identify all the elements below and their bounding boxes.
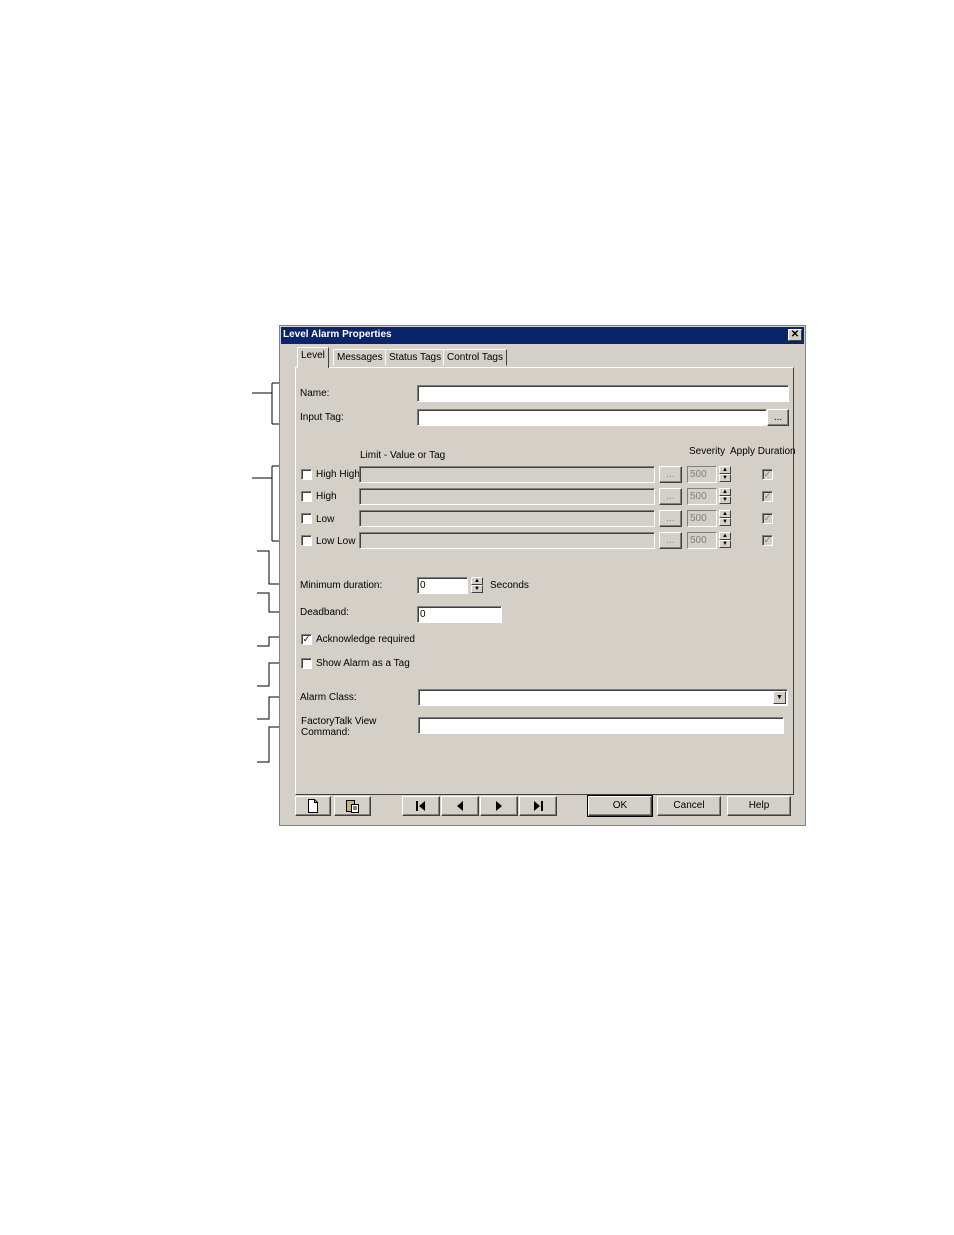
input-tag-field[interactable] (417, 409, 767, 426)
spin-down-icon[interactable]: ▼ (719, 518, 731, 526)
previous-record-button[interactable] (441, 796, 479, 816)
low-checkbox[interactable] (301, 513, 312, 524)
next-record-button[interactable] (480, 796, 518, 816)
alarm-class-label: Alarm Class: (300, 692, 357, 703)
deadband-field[interactable]: 0 (417, 606, 502, 623)
high-high-limit-field[interactable] (359, 466, 655, 483)
close-icon[interactable]: ✕ (788, 329, 802, 341)
low-label: Low (316, 514, 335, 525)
spin-down-icon[interactable]: ▼ (719, 474, 731, 482)
high-high-checkbox[interactable] (301, 469, 312, 480)
low-low-label: Low Low (316, 536, 356, 547)
acknowledge-required-label: Acknowledge required (316, 634, 415, 645)
show-alarm-as-tag-label: Show Alarm as a Tag (316, 658, 410, 669)
tab-messages[interactable]: Messages (333, 349, 387, 366)
high-severity[interactable]: 500 (687, 488, 718, 505)
spin-up-icon[interactable]: ▲ (719, 488, 731, 496)
low-low-apply-duration-checkbox[interactable]: ✓ (762, 535, 773, 546)
new-button[interactable] (295, 796, 331, 816)
apply-duration-header: Apply Duration (730, 446, 796, 457)
alarm-class-combobox[interactable]: ▼ (418, 689, 788, 706)
first-record-button[interactable] (402, 796, 440, 816)
ok-button[interactable]: OK (587, 795, 653, 817)
paste-button[interactable] (334, 796, 371, 816)
low-browse-button[interactable]: ... (659, 510, 682, 527)
command-label-line2: Command: (301, 727, 350, 738)
high-high-severity[interactable]: 500 (687, 466, 718, 483)
seconds-label: Seconds (490, 580, 529, 591)
help-button[interactable]: Help (727, 796, 791, 816)
tab-control-tags[interactable]: Control Tags (443, 349, 507, 366)
previous-record-icon (457, 801, 463, 811)
limit-header: Limit - Value or Tag (360, 450, 446, 461)
high-high-severity-spinner[interactable]: ▲ ▼ (719, 466, 731, 483)
low-severity-value[interactable]: 500 (687, 510, 717, 527)
high-checkbox[interactable] (301, 491, 312, 502)
spin-up-icon[interactable]: ▲ (719, 466, 731, 474)
input-tag-browse-button[interactable]: ... (767, 409, 789, 426)
command-label-line1: FactoryTalk View (301, 716, 377, 727)
spin-down-icon[interactable]: ▼ (719, 540, 731, 548)
tab-status-tags[interactable]: Status Tags (385, 349, 446, 366)
low-low-limit-field[interactable] (359, 532, 655, 549)
paste-icon (345, 800, 359, 813)
high-label: High (316, 491, 337, 502)
dialog-title: Level Alarm Properties (283, 329, 392, 340)
chevron-down-icon[interactable]: ▼ (773, 691, 786, 704)
low-low-browse-button[interactable]: ... (659, 532, 682, 549)
acknowledge-required-checkbox[interactable]: ✓ (301, 634, 312, 645)
severity-header: Severity (689, 446, 726, 457)
command-field[interactable] (418, 717, 784, 734)
low-limit-field[interactable] (359, 510, 655, 527)
first-record-icon (416, 801, 425, 811)
minimum-duration-field[interactable]: 0 (417, 577, 468, 594)
low-apply-duration-checkbox[interactable]: ✓ (762, 513, 773, 524)
name-field[interactable] (417, 385, 789, 402)
high-severity-value[interactable]: 500 (687, 488, 717, 505)
low-low-severity-spinner[interactable]: ▲ ▼ (719, 532, 731, 549)
spin-down-icon[interactable]: ▼ (471, 585, 483, 593)
high-high-severity-value[interactable]: 500 (687, 466, 717, 483)
high-limit-field[interactable] (359, 488, 655, 505)
high-high-browse-button[interactable]: ... (659, 466, 682, 483)
high-high-label: High High (316, 469, 360, 480)
title-bar[interactable]: Level Alarm Properties ✕ (281, 327, 804, 344)
spin-down-icon[interactable]: ▼ (719, 496, 731, 504)
tab-level[interactable]: Level (297, 347, 329, 368)
low-low-severity-value[interactable]: 500 (687, 532, 717, 549)
last-record-icon (534, 801, 543, 811)
high-high-apply-duration-checkbox[interactable]: ✓ (762, 469, 773, 480)
new-document-icon (308, 799, 318, 813)
input-tag-label: Input Tag: (300, 412, 344, 423)
low-severity-spinner[interactable]: ▲ ▼ (719, 510, 731, 527)
name-label: Name: (300, 388, 330, 399)
level-alarm-properties-dialog: Level Alarm Properties ✕ Level Messages … (279, 325, 806, 826)
high-browse-button[interactable]: ... (659, 488, 682, 505)
next-record-icon (496, 801, 502, 811)
spin-up-icon[interactable]: ▲ (719, 510, 731, 518)
minimum-duration-spinner[interactable]: ▲ ▼ (471, 577, 483, 594)
cancel-button[interactable]: Cancel (657, 796, 721, 816)
deadband-label: Deadband: (300, 607, 349, 618)
show-alarm-as-tag-checkbox[interactable] (301, 658, 312, 669)
spin-up-icon[interactable]: ▲ (471, 577, 483, 585)
minimum-duration-label: Minimum duration: (300, 580, 383, 591)
high-severity-spinner[interactable]: ▲ ▼ (719, 488, 731, 505)
spin-up-icon[interactable]: ▲ (719, 532, 731, 540)
high-apply-duration-checkbox[interactable]: ✓ (762, 491, 773, 502)
low-low-severity[interactable]: 500 (687, 532, 718, 549)
last-record-button[interactable] (519, 796, 557, 816)
low-low-checkbox[interactable] (301, 535, 312, 546)
low-severity[interactable]: 500 (687, 510, 718, 527)
